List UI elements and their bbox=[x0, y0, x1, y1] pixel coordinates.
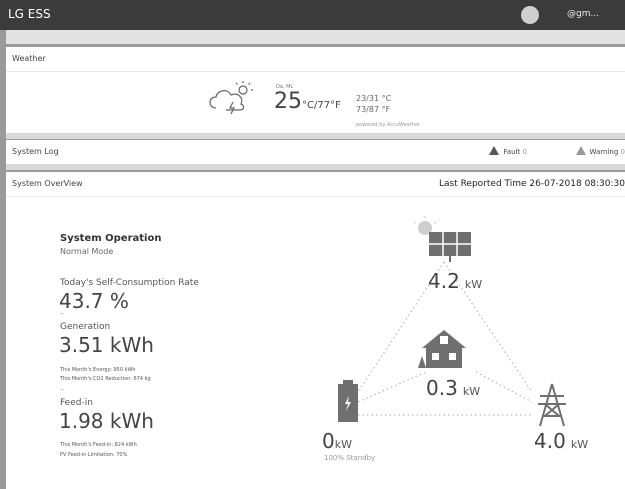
pv-power-value: 4.2 bbox=[428, 269, 460, 293]
divider bbox=[6, 164, 625, 170]
battery-power-value: 0 bbox=[322, 429, 335, 453]
warning-icon bbox=[575, 146, 586, 155]
home-power-value: 0.3 bbox=[426, 376, 458, 400]
weather-range-fahrenheit: 73/87 °F bbox=[356, 105, 391, 114]
solar-panel-icon bbox=[413, 216, 471, 262]
grid-power-unit: kW bbox=[570, 438, 589, 451]
system-log-title: System Log bbox=[12, 147, 59, 156]
warning-label: Warning bbox=[589, 148, 619, 156]
weather-powered-by: powered by AccuWeather bbox=[356, 122, 420, 128]
home-power-unit: kW bbox=[462, 385, 481, 398]
partly-cloudy-storm-icon bbox=[209, 81, 253, 115]
app-title: LG ESS bbox=[8, 7, 51, 21]
warning-indicator[interactable]: Warning 0 bbox=[575, 140, 625, 164]
weather-header: Weather bbox=[6, 47, 625, 72]
top-bar: LG ESS @gm... bbox=[0, 0, 625, 30]
fault-label: Fault bbox=[503, 148, 521, 156]
temp-value: 25 bbox=[274, 89, 302, 114]
battery-icon bbox=[338, 380, 358, 422]
home-icon bbox=[418, 330, 466, 368]
fault-count: 0 bbox=[522, 148, 527, 156]
fault-indicator[interactable]: Fault 0 bbox=[489, 140, 527, 164]
weather-panel: Weather Da, ML 25°C/77°F 23/31 °C 73/87 … bbox=[6, 47, 625, 133]
temp-unit: °C/77°F bbox=[302, 100, 341, 111]
fault-warning-icon bbox=[489, 146, 500, 155]
pv-power-unit: kW bbox=[464, 278, 483, 291]
power-grid-tower-icon bbox=[538, 383, 566, 427]
battery-power-readout: 0kW bbox=[322, 430, 352, 452]
battery-status: 100% Standby bbox=[324, 454, 376, 462]
energy-flow-lines bbox=[357, 261, 533, 416]
warning-count: 0 bbox=[620, 148, 625, 156]
home-power-readout: 0.3 kW bbox=[426, 377, 480, 399]
grid-power-value: 4.0 bbox=[534, 429, 566, 453]
divider bbox=[6, 133, 625, 139]
system-overview-panel: System OverView Last Reported Time 26-07… bbox=[6, 172, 625, 489]
battery-power-unit: kW bbox=[334, 438, 352, 451]
system-log-header: System Log Fault 0 Warning 0 bbox=[6, 140, 625, 165]
globe-icon[interactable] bbox=[521, 6, 539, 24]
weather-temperature: 25°C/77°F bbox=[274, 90, 341, 118]
system-log-panel[interactable]: System Log Fault 0 Warning 0 bbox=[6, 140, 625, 165]
grid-power-readout: 4.0 kW bbox=[534, 430, 588, 452]
pv-power-readout: 4.2 kW bbox=[428, 270, 482, 292]
nav-strip bbox=[6, 30, 625, 44]
user-menu[interactable]: @gm... bbox=[567, 9, 599, 19]
weather-range-celsius: 23/31 °C bbox=[356, 94, 392, 103]
